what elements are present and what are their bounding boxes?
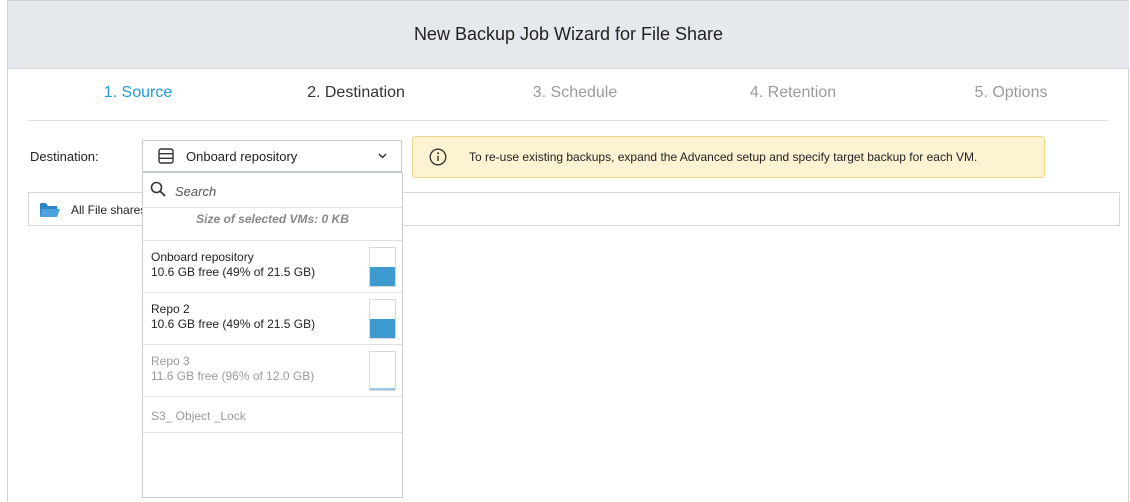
repo-name: S3_ Object _Lock (151, 409, 246, 423)
step-destination[interactable]: 2. Destination (266, 84, 446, 102)
repo-option[interactable]: Repo 2 10.6 GB free (49% of 21.5 GB) (143, 293, 402, 345)
step-source[interactable]: 1. Source (48, 84, 228, 102)
repo-free: 10.6 GB free (49% of 21.5 GB) (151, 317, 316, 331)
step-options[interactable]: 5. Options (921, 84, 1101, 102)
search-input[interactable] (173, 180, 387, 202)
repo-usage-bar (369, 247, 396, 287)
destination-selected-value: Onboard repository (186, 148, 298, 164)
search-icon (150, 181, 166, 197)
repo-usage-bar (369, 299, 396, 339)
server-icon (158, 148, 174, 164)
repo-name: Repo 2 (151, 302, 190, 316)
wizard-header: New Backup Job Wizard for File Share (8, 1, 1129, 69)
steps-divider (28, 120, 1108, 121)
destination-label: Destination: (30, 149, 99, 164)
repo-usage-fill (370, 318, 395, 338)
repo-usage-bar (369, 351, 396, 391)
repo-free: 10.6 GB free (49% of 21.5 GB) (151, 265, 316, 279)
repo-usage-fill (370, 266, 395, 286)
step-schedule[interactable]: 3. Schedule (485, 84, 665, 102)
info-banner: To re-use existing backups, expand the A… (412, 136, 1045, 178)
repo-name: Onboard repository (151, 250, 254, 264)
tree-root-label[interactable]: All File shares (71, 203, 146, 217)
destination-dropdown: Size of selected VMs: 0 KB Onboard repos… (142, 172, 403, 498)
repo-usage-fill (370, 388, 395, 390)
info-text: To re-use existing backups, expand the A… (469, 150, 978, 164)
wizard-title: New Backup Job Wizard for File Share (413, 24, 724, 44)
chevron-down-icon (378, 153, 387, 159)
destination-select[interactable]: Onboard repository (142, 140, 402, 172)
repo-option[interactable]: Onboard repository 10.6 GB free (49% of … (143, 241, 402, 293)
repo-option: S3_ Object _Lock (143, 397, 402, 433)
repo-option: Repo 3 11.6 GB free (96% of 12.0 GB) (143, 345, 402, 397)
info-icon (429, 148, 447, 166)
folder-icon (40, 203, 60, 217)
step-retention[interactable]: 4. Retention (703, 84, 883, 102)
selected-size: Size of selected VMs: 0 KB (143, 208, 402, 241)
repo-name: Repo 3 (151, 354, 190, 368)
dropdown-search (143, 173, 402, 208)
wizard-steps: 1. Source 2. Destination 3. Schedule 4. … (8, 68, 1129, 120)
repo-free: 11.6 GB free (96% of 12.0 GB) (151, 369, 315, 383)
